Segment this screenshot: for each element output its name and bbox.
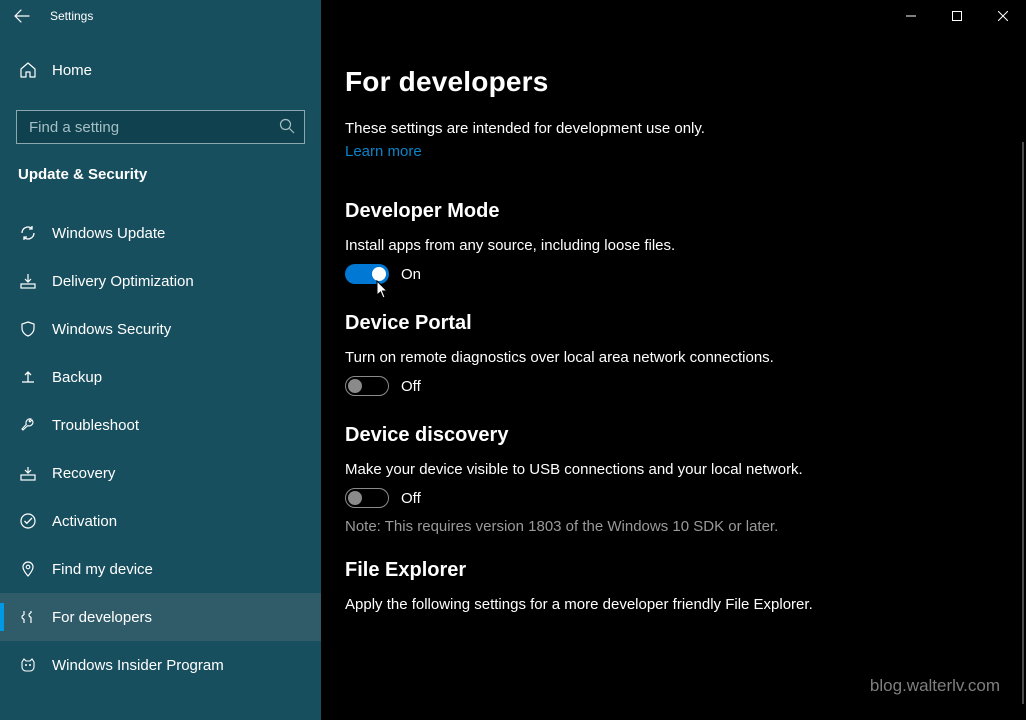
content-pane[interactable]: For developers These settings are intend… xyxy=(321,32,1026,720)
close-button[interactable] xyxy=(980,0,1026,32)
check-circle-icon xyxy=(18,511,38,531)
sidebar-item-label: Activation xyxy=(52,513,117,530)
sync-icon xyxy=(18,223,38,243)
sidebar-item-label: Windows Update xyxy=(52,225,165,242)
device-portal-desc: Turn on remote diagnostics over local ar… xyxy=(345,349,961,366)
sidebar-item-label: Recovery xyxy=(52,465,115,482)
learn-more-link[interactable]: Learn more xyxy=(345,143,422,160)
developer-mode-heading: Developer Mode xyxy=(345,200,961,223)
close-icon xyxy=(998,11,1008,21)
sidebar-item-label: Troubleshoot xyxy=(52,417,139,434)
sidebar-item-label: Delivery Optimization xyxy=(52,273,194,290)
home-label: Home xyxy=(52,62,92,79)
sidebar-item-delivery-optimization[interactable]: Delivery Optimization xyxy=(0,257,321,305)
maximize-button[interactable] xyxy=(934,0,980,32)
device-discovery-desc: Make your device visible to USB connecti… xyxy=(345,461,961,478)
sidebar-item-label: Windows Security xyxy=(52,321,171,338)
back-arrow-icon xyxy=(14,8,30,24)
device-discovery-toggle[interactable] xyxy=(345,488,389,508)
device-portal-toggle[interactable] xyxy=(345,376,389,396)
sidebar-item-find-my-device[interactable]: Find my device xyxy=(0,545,321,593)
sidebar-item-backup[interactable]: Backup xyxy=(0,353,321,401)
page-title: For developers xyxy=(345,66,961,98)
sidebar-item-activation[interactable]: Activation xyxy=(0,497,321,545)
developer-mode-desc: Install apps from any source, including … xyxy=(345,237,961,254)
title-bar: Settings xyxy=(0,0,1026,32)
sidebar-item-recovery[interactable]: Recovery xyxy=(0,449,321,497)
category-heading: Update & Security xyxy=(0,166,321,183)
sidebar-item-label: Windows Insider Program xyxy=(52,657,224,674)
back-button[interactable] xyxy=(0,0,44,32)
maximize-icon xyxy=(952,11,962,21)
intro-text: These settings are intended for developm… xyxy=(345,120,961,137)
file-explorer-desc: Apply the following settings for a more … xyxy=(345,596,961,613)
download-cloud-icon xyxy=(18,271,38,291)
developer-mode-toggle[interactable] xyxy=(345,264,389,284)
nav-list: Windows Update Delivery Optimization Win… xyxy=(0,209,321,689)
developer-mode-state: On xyxy=(401,266,421,283)
ninja-cat-icon xyxy=(18,655,38,675)
file-explorer-heading: File Explorer xyxy=(345,559,961,582)
sidebar-item-windows-update[interactable]: Windows Update xyxy=(0,209,321,257)
device-discovery-state: Off xyxy=(401,490,421,507)
sidebar-item-windows-insider[interactable]: Windows Insider Program xyxy=(0,641,321,689)
sidebar: Home Update & Security Windows Update xyxy=(0,32,321,720)
sidebar-item-for-developers[interactable]: For developers xyxy=(0,593,321,641)
sidebar-item-label: Find my device xyxy=(52,561,153,578)
home-icon xyxy=(18,60,38,80)
location-icon xyxy=(18,559,38,579)
sidebar-item-troubleshoot[interactable]: Troubleshoot xyxy=(0,401,321,449)
sidebar-item-windows-security[interactable]: Windows Security xyxy=(0,305,321,353)
recovery-icon xyxy=(18,463,38,483)
scrollbar[interactable] xyxy=(1022,142,1024,704)
device-portal-state: Off xyxy=(401,378,421,395)
device-portal-heading: Device Portal xyxy=(345,312,961,335)
window-title: Settings xyxy=(50,9,93,23)
wrench-icon xyxy=(18,415,38,435)
developer-icon xyxy=(18,607,38,627)
backup-icon xyxy=(18,367,38,387)
device-discovery-note: Note: This requires version 1803 of the … xyxy=(345,518,961,535)
shield-icon xyxy=(18,319,38,339)
sidebar-item-label: Backup xyxy=(52,369,102,386)
sidebar-item-label: For developers xyxy=(52,609,152,626)
search-input[interactable] xyxy=(16,110,305,144)
minimize-button[interactable] xyxy=(888,0,934,32)
device-discovery-heading: Device discovery xyxy=(345,424,961,447)
minimize-icon xyxy=(906,11,916,21)
home-button[interactable]: Home xyxy=(0,50,321,90)
